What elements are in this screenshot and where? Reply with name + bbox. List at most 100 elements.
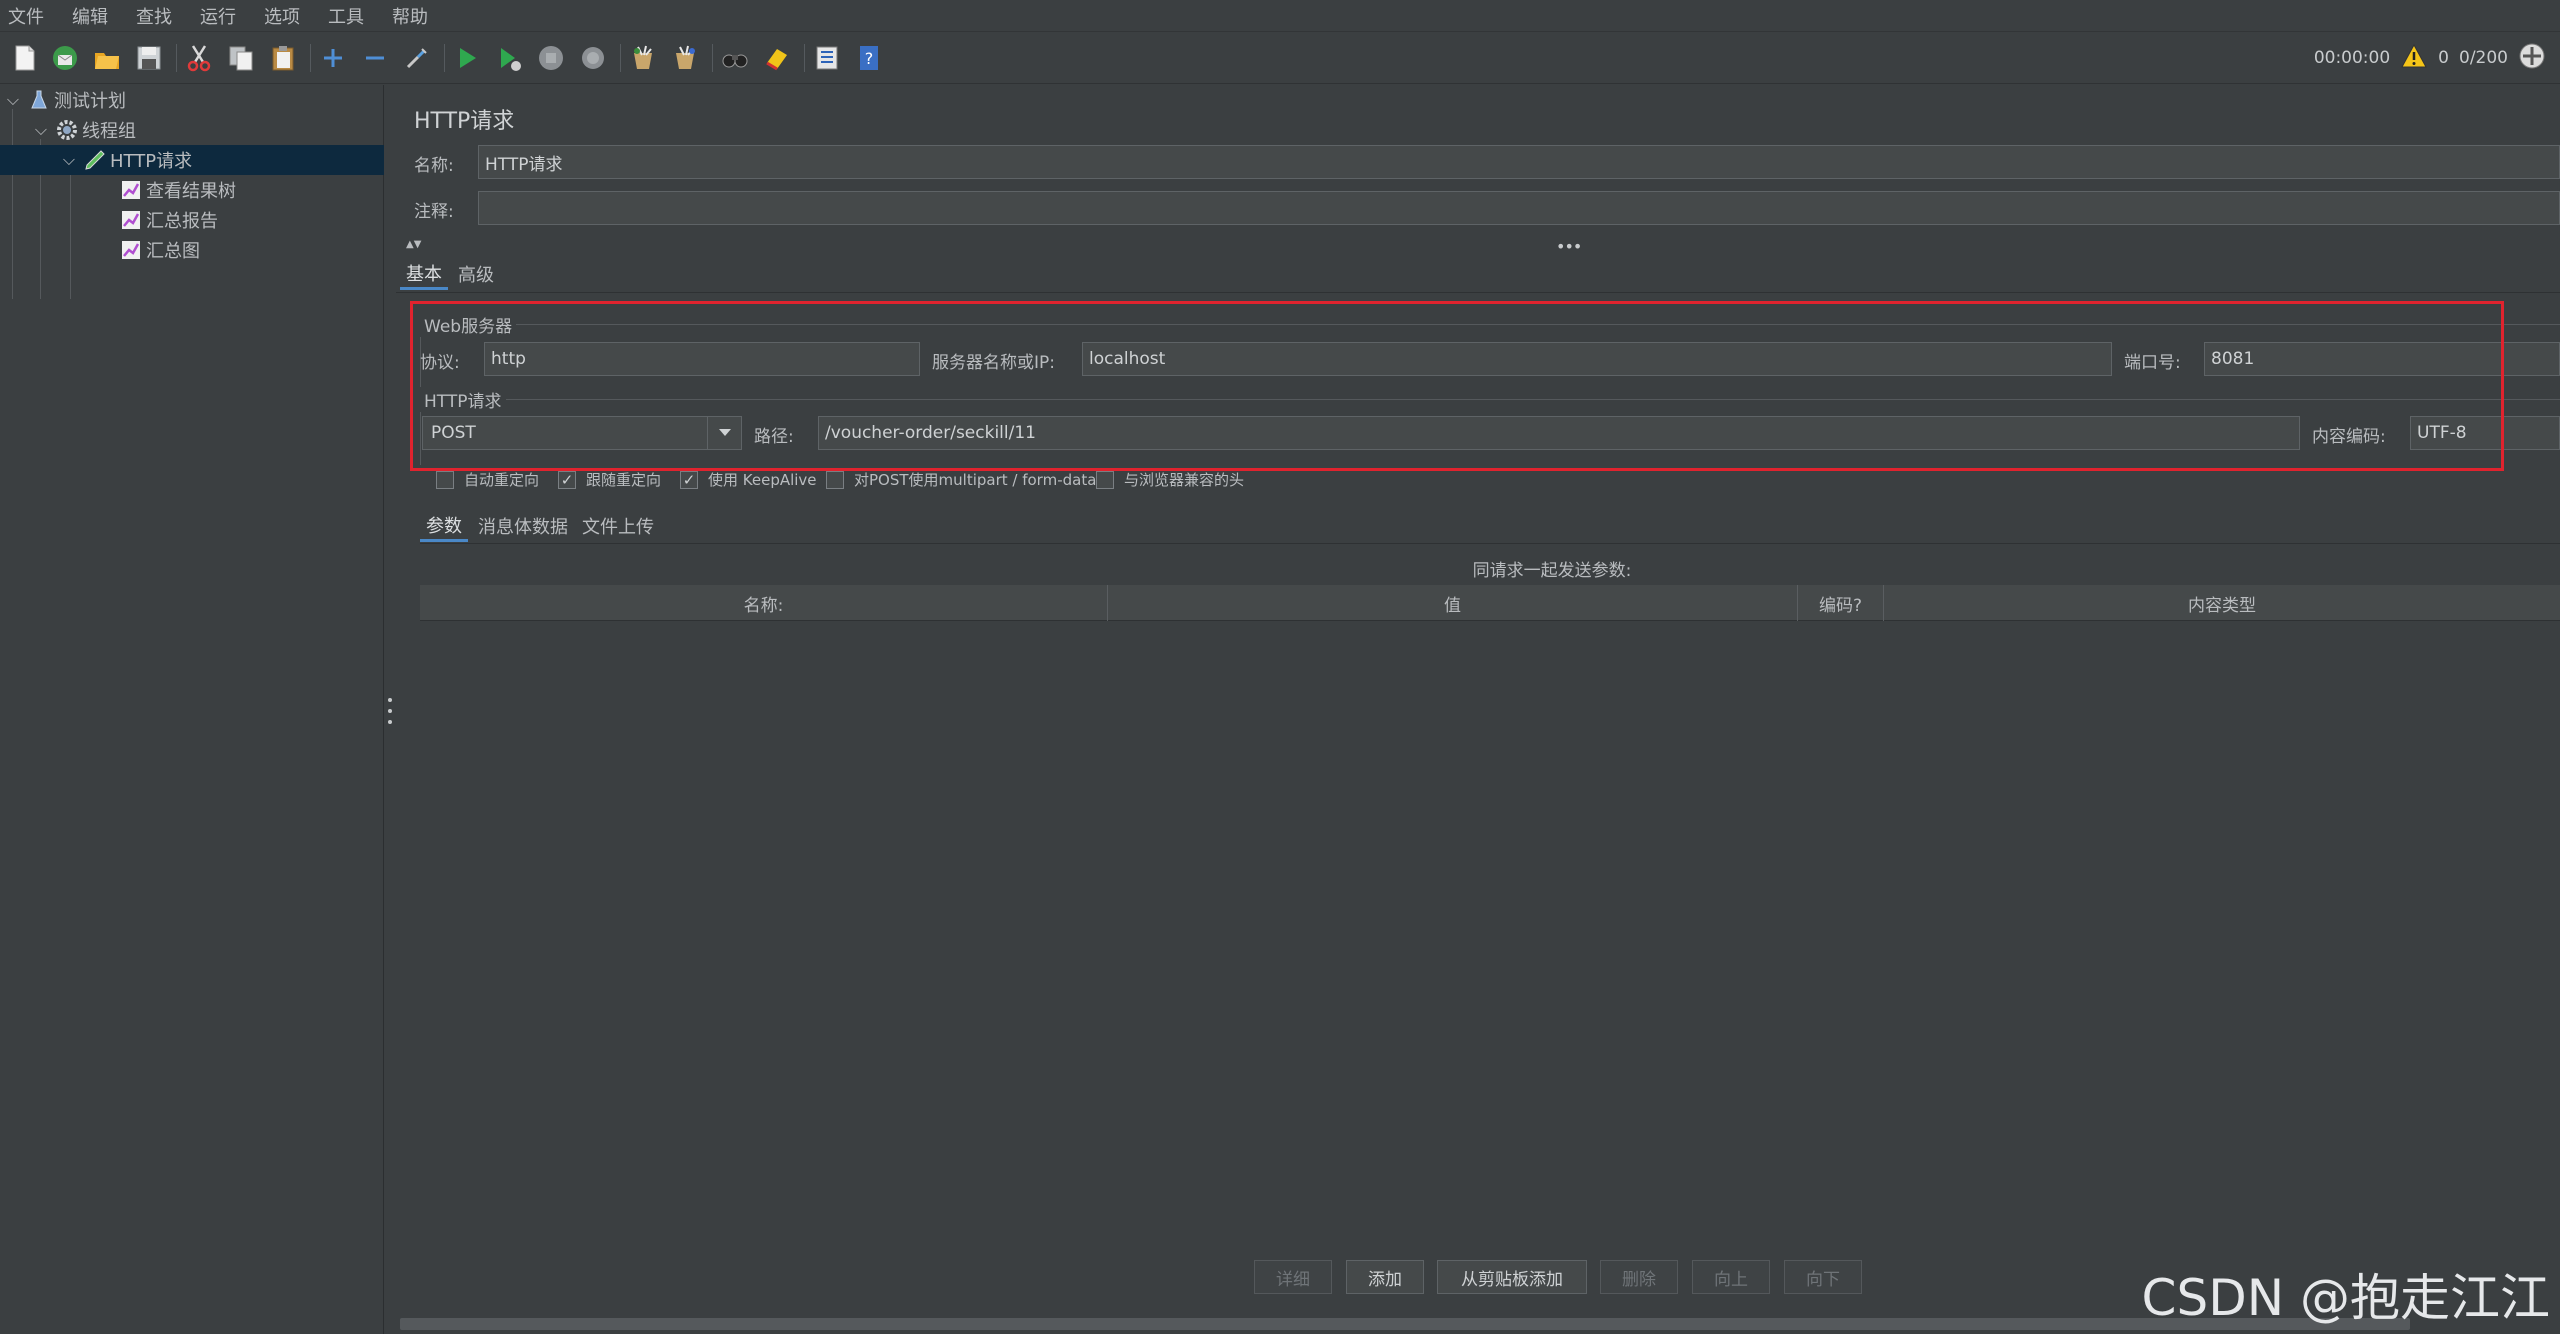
- jmeter-window: 文件 编辑 查找 运行 选项 工具 帮助 ? 00:00:00 0 0/200 …: [0, 0, 2560, 1334]
- new-plan-icon[interactable]: [8, 41, 42, 75]
- expand-icon[interactable]: [316, 41, 350, 75]
- menubar: 文件 编辑 查找 运行 选项 工具 帮助: [0, 0, 2560, 32]
- tab-basic[interactable]: 基本: [400, 258, 448, 290]
- menu-options[interactable]: 选项: [264, 3, 300, 29]
- splitter-handle[interactable]: [386, 698, 394, 724]
- multipart-checkbox[interactable]: 对POST使用multipart / form-data: [826, 469, 1096, 490]
- collapse-arrows-icon[interactable]: ▲▼: [406, 239, 421, 250]
- checkbox-label: 自动重定向: [464, 471, 540, 489]
- tree-item-aggregate-graph[interactable]: 汇总图: [0, 235, 384, 265]
- tree-item-label: 查看结果树: [146, 181, 236, 202]
- column-header-encode[interactable]: 编码?: [1798, 585, 1884, 621]
- chevron-down-icon[interactable]: ⌵: [2, 90, 24, 110]
- watermark: CSDN @抱走江江: [2141, 1269, 2550, 1327]
- warning-icon[interactable]: [2400, 43, 2428, 74]
- tree-item-label: 汇总图: [146, 241, 200, 262]
- delete-button[interactable]: 删除: [1600, 1260, 1678, 1294]
- help-icon[interactable]: ?: [852, 41, 886, 75]
- page-title: HTTP请求: [414, 109, 515, 134]
- detail-button[interactable]: 详细: [1254, 1260, 1332, 1294]
- toggle-icon[interactable]: [400, 41, 434, 75]
- status-area: 00:00:00 0 0/200: [2314, 41, 2546, 75]
- browser-compatible-headers-checkbox[interactable]: 与浏览器兼容的头: [1096, 469, 1244, 490]
- listener-chart-icon: [116, 207, 146, 233]
- checkbox-box[interactable]: [826, 470, 844, 489]
- start-no-pause-icon[interactable]: [492, 41, 526, 75]
- tree-item-label: 测试计划: [54, 91, 126, 112]
- collapse-bar[interactable]: ▲▼ •••: [406, 237, 2560, 256]
- column-header-value[interactable]: 值: [1108, 585, 1798, 621]
- search-icon[interactable]: [718, 41, 752, 75]
- tree-item-thread-group[interactable]: ⌵ 线程组: [0, 115, 384, 145]
- clear-icon[interactable]: [626, 41, 660, 75]
- params-caption: 同请求一起发送参数:: [1472, 561, 1632, 581]
- chevron-down-icon[interactable]: ⌵: [30, 120, 52, 140]
- column-header-name[interactable]: 名称:: [420, 585, 1108, 621]
- menu-file[interactable]: 文件: [8, 3, 44, 29]
- checkbox-box[interactable]: [436, 470, 454, 489]
- add-button[interactable]: 添加: [1346, 1260, 1424, 1294]
- warning-count: 0: [2438, 48, 2449, 68]
- name-field[interactable]: [478, 145, 2560, 179]
- drag-dots-icon[interactable]: •••: [1556, 237, 1582, 256]
- chevron-down-icon[interactable]: ⌵: [58, 150, 80, 170]
- menu-tools[interactable]: 工具: [328, 3, 364, 29]
- keepalive-checkbox[interactable]: ✓ 使用 KeepAlive: [680, 469, 817, 490]
- menu-search[interactable]: 查找: [136, 3, 172, 29]
- toolbar: ? 00:00:00 0 0/200: [0, 32, 2560, 84]
- copy-icon[interactable]: [224, 41, 258, 75]
- tab-body-data[interactable]: 消息体数据: [472, 510, 574, 542]
- shutdown-icon[interactable]: [576, 41, 610, 75]
- sampler-pen-icon: [80, 147, 110, 173]
- up-button[interactable]: 向上: [1692, 1260, 1770, 1294]
- listener-chart-icon: [116, 237, 146, 263]
- check-icon[interactable]: ✓: [680, 470, 698, 489]
- clear-all-icon[interactable]: [668, 41, 702, 75]
- tab-advanced[interactable]: 高级: [452, 258, 500, 290]
- checkbox-label: 跟随重定向: [586, 471, 662, 489]
- menu-help[interactable]: 帮助: [392, 3, 428, 29]
- remote-status-icon: [2518, 42, 2546, 75]
- stop-icon[interactable]: [534, 41, 568, 75]
- listener-chart-icon: [116, 177, 146, 203]
- horizontal-scrollbar[interactable]: [400, 1318, 2410, 1330]
- menu-edit[interactable]: 编辑: [72, 3, 108, 29]
- function-helper-icon[interactable]: [810, 41, 844, 75]
- checkbox-label: 使用 KeepAlive: [708, 471, 817, 489]
- svg-text:?: ?: [865, 49, 874, 68]
- test-plan-tree: ⌵ 测试计划 ⌵ 线程组 ⌵ HTTP请求 查看结果树 汇总报告 汇总图: [0, 85, 384, 1334]
- highlight-box: [410, 301, 2504, 471]
- tree-item-label: 汇总报告: [146, 211, 218, 232]
- name-label: 名称:: [414, 156, 454, 176]
- tree-item-http-request[interactable]: ⌵ HTTP请求: [0, 145, 384, 175]
- tab-parameters[interactable]: 参数: [420, 510, 468, 542]
- save-icon[interactable]: [132, 41, 166, 75]
- checkbox-box[interactable]: [1096, 470, 1114, 489]
- tab-files-upload[interactable]: 文件上传: [576, 510, 660, 542]
- auto-redirect-checkbox[interactable]: 自动重定向: [436, 469, 539, 490]
- paste-icon[interactable]: [266, 41, 300, 75]
- column-header-content-type[interactable]: 内容类型: [1884, 585, 2560, 621]
- checkbox-label: 与浏览器兼容的头: [1124, 471, 1245, 489]
- down-button[interactable]: 向下: [1784, 1260, 1862, 1294]
- add-from-clipboard-button[interactable]: 从剪贴板添加: [1437, 1260, 1587, 1294]
- tree-item-view-results-tree[interactable]: 查看结果树: [0, 175, 384, 205]
- reset-search-icon[interactable]: [760, 41, 794, 75]
- open-icon[interactable]: [90, 41, 124, 75]
- cut-icon[interactable]: [182, 41, 216, 75]
- params-table-header: 名称: 值 编码? 内容类型: [420, 585, 2560, 621]
- menu-run[interactable]: 运行: [200, 3, 236, 29]
- active-threads: 0/200: [2459, 48, 2508, 68]
- elapsed-timer: 00:00:00: [2313, 48, 2391, 68]
- follow-redirect-checkbox[interactable]: ✓ 跟随重定向: [558, 469, 661, 490]
- tree-item-label: 线程组: [82, 121, 136, 142]
- tree-item-summary-report[interactable]: 汇总报告: [0, 205, 384, 235]
- tree-item-label: HTTP请求: [110, 151, 193, 172]
- templates-icon[interactable]: [48, 41, 82, 75]
- collapse-icon[interactable]: [358, 41, 392, 75]
- tree-item-test-plan[interactable]: ⌵ 测试计划: [0, 85, 384, 115]
- check-icon[interactable]: ✓: [558, 470, 576, 489]
- start-icon[interactable]: [450, 41, 484, 75]
- http-request-panel: HTTP请求 名称: 注释: ▲▼ ••• 基本 高级: [396, 85, 2560, 1334]
- comment-field[interactable]: [478, 191, 2560, 225]
